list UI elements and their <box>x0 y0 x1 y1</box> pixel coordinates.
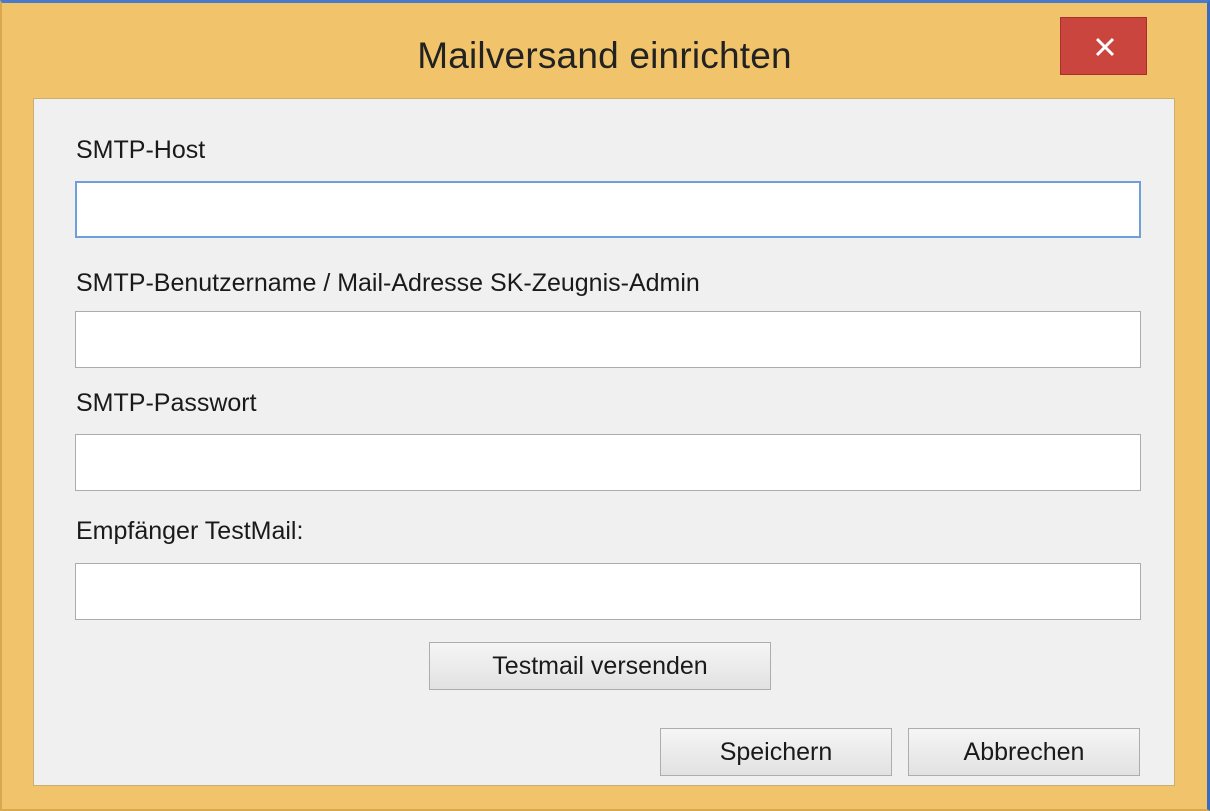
smtp-password-input[interactable] <box>75 434 1141 491</box>
smtp-host-label: SMTP-Host <box>76 136 206 164</box>
test-recipient-input[interactable] <box>75 563 1141 620</box>
send-test-mail-button[interactable]: Testmail versenden <box>429 642 771 690</box>
smtp-password-label: SMTP-Passwort <box>76 389 257 417</box>
smtp-host-input[interactable] <box>75 181 1141 238</box>
save-button[interactable]: Speichern <box>660 728 892 776</box>
close-icon <box>1095 37 1115 57</box>
title-bar[interactable]: Mailversand einrichten <box>2 3 1207 98</box>
dialog-content: SMTP-Host SMTP-Benutzername / Mail-Adres… <box>33 98 1175 786</box>
test-recipient-label: Empfänger TestMail: <box>76 517 304 545</box>
close-button[interactable] <box>1060 17 1147 75</box>
smtp-user-label: SMTP-Benutzername / Mail-Adresse SK-Zeug… <box>76 269 700 297</box>
window-title: Mailversand einrichten <box>417 35 792 76</box>
smtp-user-input[interactable] <box>75 311 1141 368</box>
cancel-button[interactable]: Abbrechen <box>908 728 1140 776</box>
dialog-window: Mailversand einrichten SMTP-Host SMTP-Be… <box>0 0 1210 811</box>
